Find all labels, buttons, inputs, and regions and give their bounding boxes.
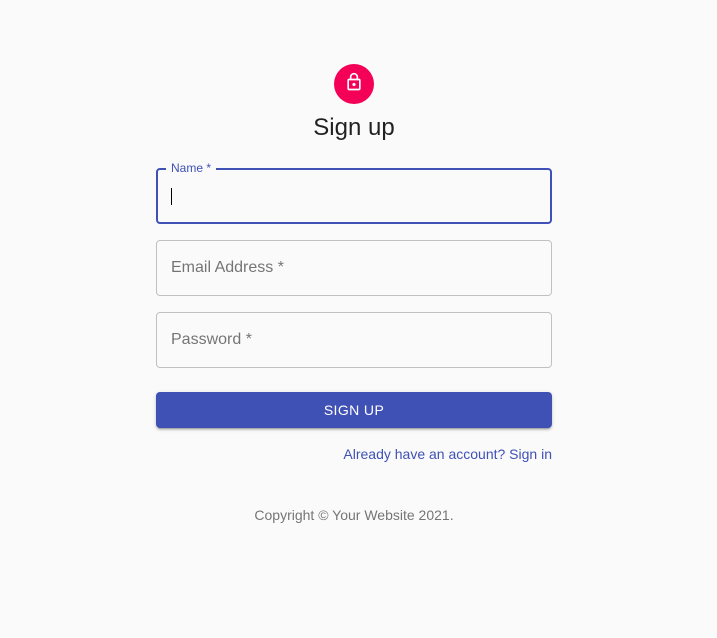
- lock-outlined-icon: [344, 72, 364, 97]
- sign-up-button[interactable]: SIGN UP: [156, 392, 552, 428]
- name-field[interactable]: Name *: [156, 161, 552, 224]
- password-field-placeholder: Password *: [171, 331, 252, 348]
- copyright-text: Copyright © Your Website 2021.: [254, 507, 454, 523]
- email-field-placeholder: Email Address *: [171, 259, 284, 276]
- text-caret: [171, 188, 172, 205]
- page-title: Sign up: [313, 114, 395, 141]
- email-field[interactable]: Email Address *: [156, 240, 552, 296]
- sign-in-link[interactable]: Already have an account? Sign in: [343, 445, 552, 463]
- password-field[interactable]: Password *: [156, 312, 552, 368]
- avatar: [334, 64, 374, 104]
- name-field-label: Name *: [166, 161, 217, 175]
